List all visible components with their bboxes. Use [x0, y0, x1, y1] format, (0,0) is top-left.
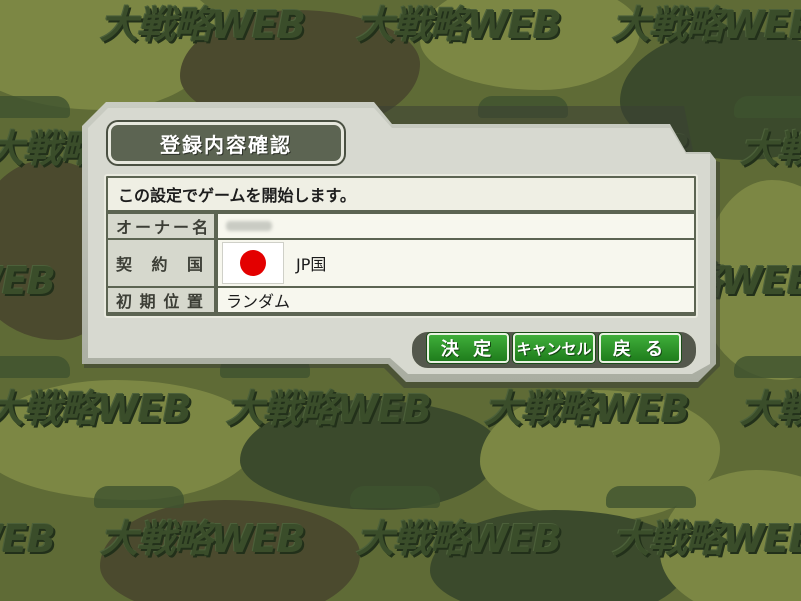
owner-name-redacted: [226, 221, 272, 231]
logo-watermark: 大戦略WEB: [734, 356, 801, 433]
japan-flag-icon: [222, 242, 284, 284]
logo-watermark: 大戦略WEB: [94, 486, 306, 563]
dialog-title-box: 登録内容確認: [108, 122, 344, 164]
owner-label: オーナー名: [108, 214, 214, 238]
position-value: ランダム: [226, 292, 291, 311]
message-row: この設定でゲームを開始します。: [108, 178, 694, 210]
position-label: 初期位置: [108, 288, 214, 312]
logo-watermark: 大戦略WEB: [356, 3, 562, 47]
logo-watermark: 大戦略WEB: [100, 3, 306, 47]
flag-red-circle: [240, 250, 266, 276]
confirm-table: この設定でゲームを開始します。 オーナー名 契約国 JP国 初期位置 ランダム: [104, 174, 698, 318]
logo-watermark: 大戦略WEB: [0, 508, 56, 563]
logo-watermark: 大戦略WEB: [612, 3, 801, 47]
country-value-cell: JP国: [218, 240, 694, 286]
decide-button[interactable]: 決 定: [427, 333, 509, 363]
country-label: 契約国: [108, 240, 214, 286]
country-name: JP国: [296, 255, 327, 274]
logo-watermark: 大戦略WEB: [220, 356, 432, 433]
logo-watermark: 大戦略WEB: [0, 356, 192, 433]
owner-value-cell: [218, 214, 694, 238]
back-button[interactable]: 戻 る: [599, 333, 681, 363]
logo-watermark: 大戦略WEB: [606, 486, 801, 563]
logo-watermark: 大戦略WEB: [0, 259, 56, 303]
position-value-cell: ランダム: [218, 288, 694, 312]
cancel-button[interactable]: キャンセル: [513, 333, 595, 363]
confirm-message: この設定でゲームを開始します。: [118, 186, 356, 205]
logo-watermark: 大戦略WEB: [734, 96, 801, 173]
logo-watermark: 大戦略WEB: [350, 486, 562, 563]
dialog-title: 登録内容確認: [160, 132, 292, 157]
